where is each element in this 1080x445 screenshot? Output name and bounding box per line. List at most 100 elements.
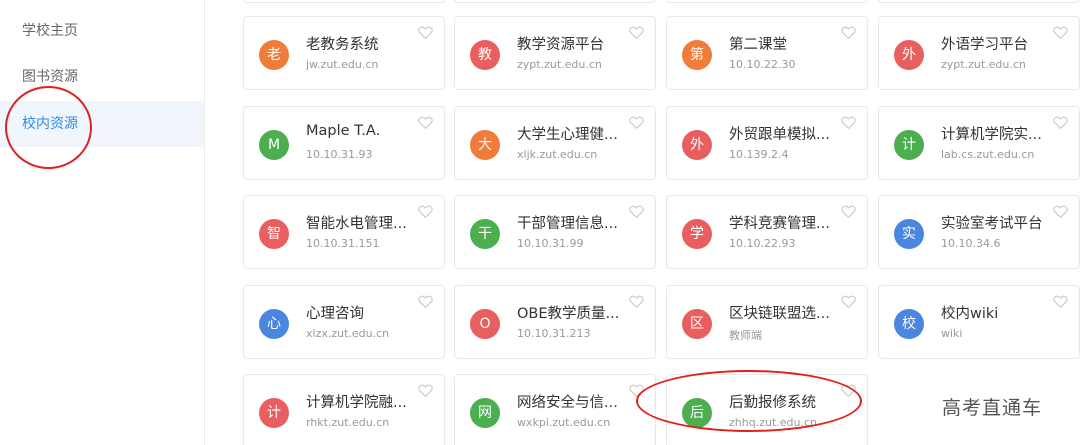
- resource-url: 10.139.2.4: [729, 148, 789, 161]
- resource-url: zhhq.zut.edu.cn: [729, 416, 817, 429]
- resource-card[interactable]: 老 老教务系统 jw.zut.edu.cn: [243, 16, 445, 90]
- resource-url: 10.10.31.213: [517, 327, 591, 340]
- resource-card[interactable]: 第 第二课堂 10.10.22.30: [666, 16, 868, 90]
- resource-title: 老教务系统: [306, 37, 379, 53]
- resource-card[interactable]: 教 教学资源平台 zypt.zut.edu.cn: [454, 16, 656, 90]
- resource-avatar-icon: O: [470, 309, 500, 339]
- resource-title: 网络安全与信...: [517, 395, 618, 411]
- resource-title: 区块链联盟选...: [729, 306, 830, 322]
- heart-icon[interactable]: [629, 116, 644, 129]
- resource-card[interactable]: 区 区块链联盟选... 教师端: [666, 285, 868, 359]
- partial-card: [666, 0, 868, 3]
- heart-icon[interactable]: [629, 295, 644, 308]
- resource-card[interactable]: 计 计算机学院融... rhkt.zut.edu.cn: [243, 374, 445, 445]
- resource-url: 10.10.22.30: [729, 58, 796, 71]
- heart-icon[interactable]: [418, 116, 433, 129]
- resource-avatar-icon: 校: [894, 309, 924, 339]
- resource-title: 实验室考试平台: [941, 216, 1043, 232]
- sidebar-item-campus-resources[interactable]: 校内资源: [0, 101, 204, 147]
- resource-avatar-icon: 第: [682, 40, 712, 70]
- resource-card[interactable]: M Maple T.A. 10.10.31.93: [243, 106, 445, 180]
- resource-url: xljk.zut.edu.cn: [517, 148, 598, 161]
- heart-icon[interactable]: [418, 205, 433, 218]
- resource-avatar-icon: M: [259, 130, 289, 160]
- heart-icon[interactable]: [1053, 26, 1068, 39]
- resource-title: 大学生心理健...: [517, 127, 618, 143]
- resource-avatar-icon: 区: [682, 309, 712, 339]
- heart-icon[interactable]: [841, 26, 856, 39]
- resource-title: 计算机学院融...: [306, 395, 407, 411]
- partial-card: [243, 0, 445, 3]
- resource-avatar-icon: 后: [682, 398, 712, 428]
- resource-title: OBE教学质量...: [517, 306, 620, 322]
- heart-icon[interactable]: [841, 205, 856, 218]
- partial-card: [878, 0, 1080, 3]
- resource-url: 10.10.31.93: [306, 148, 373, 161]
- resource-url: 教师端: [729, 329, 762, 342]
- resource-card[interactable]: O OBE教学质量... 10.10.31.213: [454, 285, 656, 359]
- sidebar-item-library[interactable]: 图书资源: [0, 54, 204, 100]
- resource-avatar-icon: 大: [470, 130, 500, 160]
- heart-icon[interactable]: [629, 384, 644, 397]
- heart-icon[interactable]: [1053, 116, 1068, 129]
- heart-icon[interactable]: [1053, 295, 1068, 308]
- resource-url: 10.10.31.151: [306, 237, 380, 250]
- sidebar-item-school-home[interactable]: 学校主页: [0, 8, 204, 54]
- resource-card[interactable]: 后 后勤报修系统 zhhq.zut.edu.cn: [666, 374, 868, 445]
- resource-card[interactable]: 大 大学生心理健... xljk.zut.edu.cn: [454, 106, 656, 180]
- resource-card[interactable]: 实 实验室考试平台 10.10.34.6: [878, 195, 1080, 269]
- resource-avatar-icon: 外: [894, 40, 924, 70]
- resource-card[interactable]: 外 外贸跟单模拟... 10.139.2.4: [666, 106, 868, 180]
- resource-title: 心理咨询: [306, 306, 364, 322]
- resource-card[interactable]: 干 干部管理信息... 10.10.31.99: [454, 195, 656, 269]
- resource-avatar-icon: 计: [259, 398, 289, 428]
- resource-card[interactable]: 计 计算机学院实... lab.cs.zut.edu.cn: [878, 106, 1080, 180]
- resource-avatar-icon: 实: [894, 219, 924, 249]
- resource-url: 10.10.34.6: [941, 237, 1001, 250]
- resource-url: xlzx.zut.edu.cn: [306, 327, 390, 340]
- resource-title: 外贸跟单模拟...: [729, 127, 830, 143]
- resource-avatar-icon: 老: [259, 40, 289, 70]
- resource-avatar-icon: 外: [682, 130, 712, 160]
- heart-icon[interactable]: [418, 384, 433, 397]
- resource-avatar-icon: 教: [470, 40, 500, 70]
- resource-card[interactable]: 校 校内wiki wiki: [878, 285, 1080, 359]
- sidebar: 学校主页 图书资源 校内资源: [0, 0, 205, 445]
- resource-title: Maple T.A.: [306, 123, 381, 139]
- resource-title: 学科竞赛管理...: [729, 216, 830, 232]
- resource-url: zypt.zut.edu.cn: [941, 58, 1026, 71]
- resource-grid: 老 老教务系统 jw.zut.edu.cn 教 教学资源平台 zypt.zut.edu.c…: [205, 0, 1080, 445]
- heart-icon[interactable]: [1053, 205, 1068, 218]
- partial-card: [454, 0, 656, 3]
- resource-card[interactable]: 学 学科竞赛管理... 10.10.22.93: [666, 195, 868, 269]
- resource-card[interactable]: 网 网络安全与信... wxkpi.zut.edu.cn: [454, 374, 656, 445]
- resource-title: 外语学习平台: [941, 37, 1028, 53]
- resource-title: 干部管理信息...: [517, 216, 618, 232]
- resource-title: 后勤报修系统: [729, 395, 816, 411]
- heart-icon[interactable]: [841, 116, 856, 129]
- heart-icon[interactable]: [418, 295, 433, 308]
- resource-card[interactable]: 智 智能水电管理... 10.10.31.151: [243, 195, 445, 269]
- resource-avatar-icon: 心: [259, 309, 289, 339]
- watermark-text: 高考直通车: [942, 397, 1043, 419]
- resource-url: wxkpi.zut.edu.cn: [517, 416, 611, 429]
- resource-url: lab.cs.zut.edu.cn: [941, 148, 1035, 161]
- resource-card[interactable]: 心 心理咨询 xlzx.zut.edu.cn: [243, 285, 445, 359]
- resource-avatar-icon: 学: [682, 219, 712, 249]
- resource-avatar-icon: 干: [470, 219, 500, 249]
- resource-title: 校内wiki: [941, 306, 999, 322]
- resource-url: rhkt.zut.edu.cn: [306, 416, 390, 429]
- resource-url: 10.10.31.99: [517, 237, 584, 250]
- resource-card[interactable]: 外 外语学习平台 zypt.zut.edu.cn: [878, 16, 1080, 90]
- heart-icon[interactable]: [418, 26, 433, 39]
- resource-title: 智能水电管理...: [306, 216, 407, 232]
- resource-url: jw.zut.edu.cn: [306, 58, 379, 71]
- resource-avatar-icon: 智: [259, 219, 289, 249]
- resource-title: 第二课堂: [729, 37, 787, 53]
- heart-icon[interactable]: [629, 26, 644, 39]
- resource-url: 10.10.22.93: [729, 237, 796, 250]
- heart-icon[interactable]: [629, 205, 644, 218]
- heart-icon[interactable]: [841, 384, 856, 397]
- heart-icon[interactable]: [841, 295, 856, 308]
- resource-title: 计算机学院实...: [941, 127, 1042, 143]
